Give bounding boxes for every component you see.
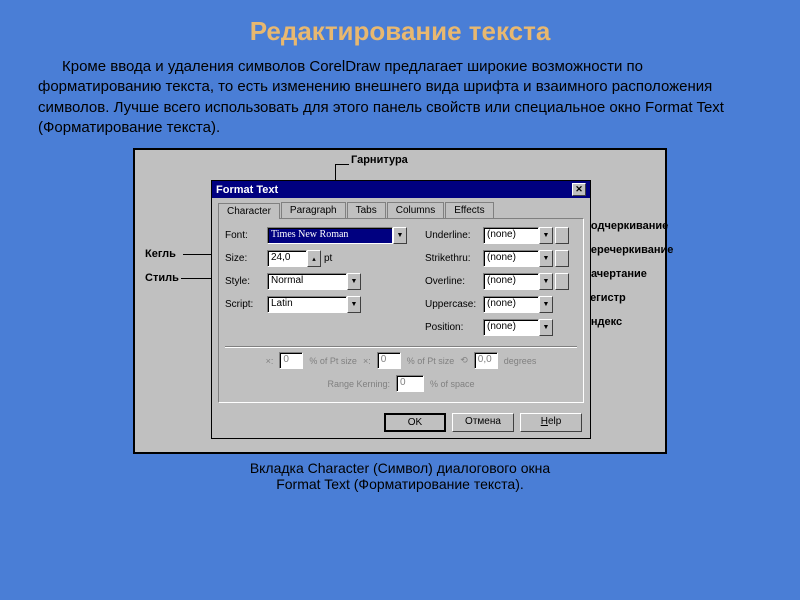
callout-kegl: Кегль (145, 248, 176, 260)
character-panel: Font: Times New Roman ▼ Size: 24,0 ▴ (218, 218, 584, 403)
callout-garnitura: Гарнитура (351, 154, 408, 166)
overline-label: Overline: (425, 276, 483, 287)
callout-nachert: Начертание (583, 268, 647, 280)
figure-caption: Вкладка Character (Символ) диалогового о… (0, 454, 800, 492)
chevron-down-icon[interactable]: ▼ (539, 250, 553, 267)
chevron-down-icon[interactable]: ▼ (347, 273, 361, 290)
dialog-button-row: OK Отмена Help (212, 409, 590, 438)
cancel-button[interactable]: Отмена (452, 413, 514, 432)
script-field[interactable]: Latin (267, 296, 347, 313)
strike-edit-button[interactable] (555, 250, 569, 267)
chevron-down-icon[interactable]: ▼ (539, 273, 553, 290)
underline-label: Underline: (425, 230, 483, 241)
tab-strip: Character Paragraph Tabs Columns Effects (212, 198, 590, 218)
close-icon[interactable]: ✕ (572, 183, 586, 196)
font-field[interactable]: Times New Roman (267, 227, 393, 244)
size-unit: pt (324, 253, 332, 264)
body-text: Кроме ввода и удаления символов CorelDra… (0, 55, 800, 148)
size-label: Size: (225, 253, 267, 264)
tab-effects[interactable]: Effects (445, 202, 493, 218)
tab-paragraph[interactable]: Paragraph (281, 202, 346, 218)
style-field[interactable]: Normal (267, 273, 347, 290)
position-field[interactable]: (none) (483, 319, 539, 336)
callout-strike: Перечеркивание (583, 244, 673, 256)
font-label: Font: (225, 230, 267, 241)
strike-field[interactable]: (none) (483, 250, 539, 267)
overline-edit-button[interactable] (555, 273, 569, 290)
figure-frame: Кегль Стиль Гарнитура Подчеркивание Пере… (133, 148, 667, 454)
shift-section: ×:0 % of Pt size ×:0 % of Pt size ⟲0,0 d… (225, 352, 577, 392)
chevron-down-icon[interactable]: ▼ (539, 319, 553, 336)
uppercase-field[interactable]: (none) (483, 296, 539, 313)
help-button[interactable]: Help (520, 413, 582, 432)
chevron-down-icon[interactable]: ▼ (347, 296, 361, 313)
position-label: Position: (425, 322, 483, 333)
chevron-down-icon[interactable]: ▼ (539, 227, 553, 244)
tab-tabs[interactable]: Tabs (347, 202, 386, 218)
underline-field[interactable]: (none) (483, 227, 539, 244)
callout-underline: Подчеркивание (583, 220, 668, 232)
uppercase-label: Uppercase: (425, 299, 483, 310)
tab-columns[interactable]: Columns (387, 202, 444, 218)
slide-title: Редактирование текста (0, 0, 800, 55)
callout-stil: Стиль (145, 272, 179, 284)
ok-button[interactable]: OK (384, 413, 446, 432)
tab-character[interactable]: Character (218, 203, 280, 219)
style-label: Style: (225, 276, 267, 287)
dialog-titlebar[interactable]: Format Text ✕ (212, 181, 590, 198)
size-field[interactable]: 24,0 (267, 250, 307, 267)
dialog-title: Format Text (216, 184, 278, 196)
strike-label: Strikethru: (425, 253, 483, 264)
format-text-dialog: Format Text ✕ Character Paragraph Tabs C… (211, 180, 591, 439)
chevron-down-icon[interactable]: ▼ (539, 296, 553, 313)
chevron-down-icon[interactable]: ▼ (393, 227, 407, 244)
figure: Кегль Стиль Гарнитура Подчеркивание Пере… (135, 150, 665, 452)
underline-edit-button[interactable] (555, 227, 569, 244)
script-label: Script: (225, 299, 267, 310)
size-spinner[interactable]: ▴ (307, 250, 321, 267)
overline-field[interactable]: (none) (483, 273, 539, 290)
